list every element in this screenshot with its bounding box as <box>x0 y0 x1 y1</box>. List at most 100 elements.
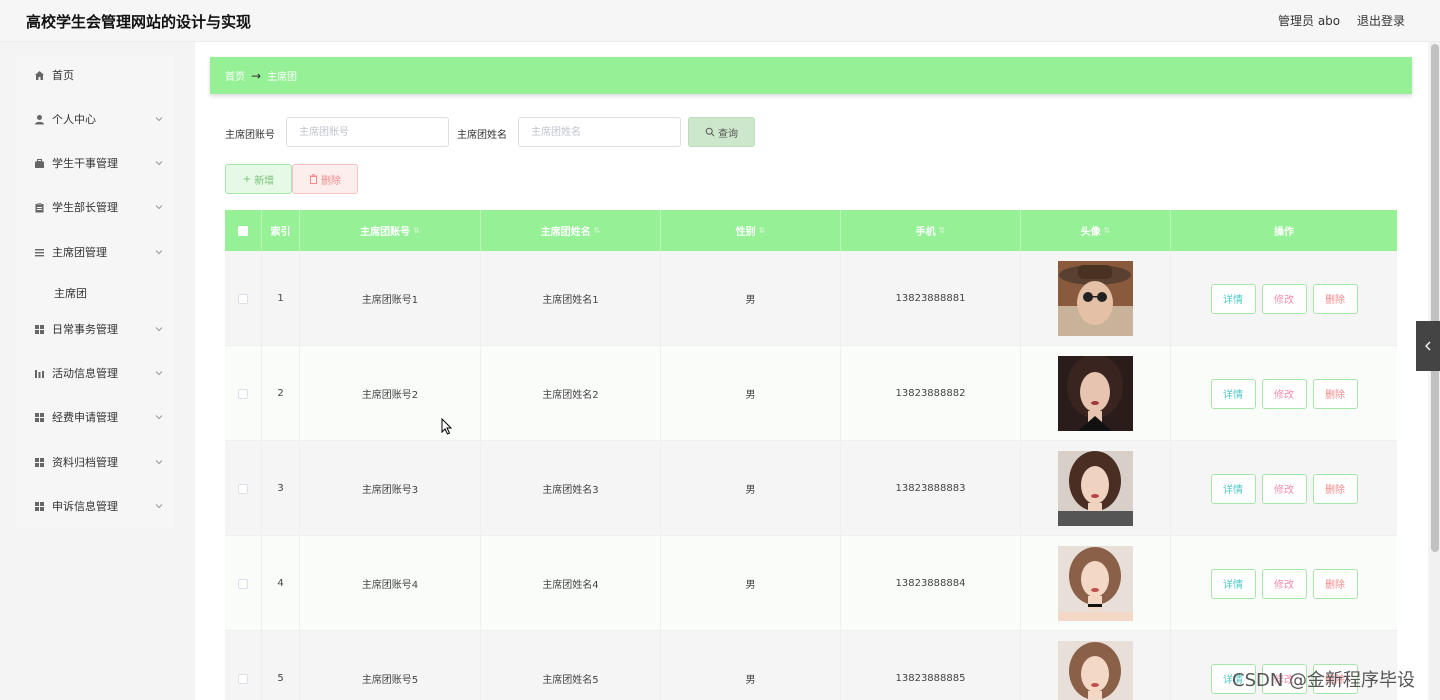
breadcrumb-current: 主席团 <box>267 72 298 83</box>
sidebar-item-student-staff[interactable]: 学生干事管理 <box>16 143 174 183</box>
header-gender[interactable]: 性别 ⇅ <box>661 210 841 251</box>
sidebar-item-funding[interactable]: 经费申请管理 <box>16 397 174 437</box>
row-gender: 男 <box>661 631 841 700</box>
row-checkbox[interactable] <box>238 673 248 684</box>
bar-chart-icon <box>34 368 45 379</box>
row-account: 主席团账号2 <box>300 346 481 441</box>
delete-button[interactable]: 删除 <box>1312 473 1358 504</box>
logout-link[interactable]: 退出登录 <box>1357 12 1405 29</box>
row-phone: 13823888885 <box>841 631 1021 700</box>
sidebar-item-daily-affairs[interactable]: 日常事务管理 <box>16 309 174 349</box>
table-row: 5 主席团账号5 主席团姓名5 男 13823888885 详情 修改 删除 <box>225 631 1397 700</box>
header-name[interactable]: 主席团姓名 ⇅ <box>481 210 661 251</box>
grid-icon <box>34 324 45 335</box>
batch-delete-button[interactable]: 删除 <box>292 164 358 194</box>
chevron-down-icon <box>155 327 163 332</box>
sidebar-item-label: 学生干事管理 <box>52 157 118 170</box>
row-checkbox[interactable] <box>238 388 248 399</box>
sidebar-subitem-presidium[interactable]: 主席团 <box>54 285 87 301</box>
row-name: 主席团姓名5 <box>481 631 661 700</box>
row-phone: 13823888882 <box>841 346 1021 441</box>
sort-icon[interactable]: ⇅ <box>1104 226 1111 235</box>
user-icon <box>34 114 45 125</box>
add-button-label: 新增 <box>254 175 275 187</box>
name-search-input[interactable] <box>518 117 681 147</box>
row-index: 4 <box>262 536 300 631</box>
header-operation: 操作 <box>1274 227 1294 238</box>
row-checkbox-cell[interactable] <box>225 346 262 441</box>
edit-button[interactable]: 修改 <box>1261 568 1307 599</box>
row-account: 主席团账号3 <box>300 441 481 536</box>
sidebar-item-archive[interactable]: 资料归档管理 <box>16 442 174 482</box>
select-all-checkbox[interactable] <box>238 225 248 236</box>
sidebar-item-presidium[interactable]: 主席团管理 <box>16 232 174 272</box>
avatar[interactable] <box>1058 451 1133 526</box>
sort-icon[interactable]: ⇅ <box>413 226 420 235</box>
sidebar-item-label: 活动信息管理 <box>52 367 118 380</box>
row-phone: 13823888884 <box>841 536 1021 631</box>
row-checkbox[interactable] <box>238 483 248 494</box>
row-name: 主席团姓名2 <box>481 346 661 441</box>
edit-button[interactable]: 修改 <box>1261 283 1307 314</box>
sort-icon[interactable]: ⇅ <box>939 226 946 235</box>
sidebar-item-activity-info[interactable]: 活动信息管理 <box>16 353 174 393</box>
add-button[interactable]: + 新增 <box>225 164 292 194</box>
row-actions: 详情 修改 删除 <box>1171 536 1397 631</box>
table-header: 索引 主席团账号 ⇅ 主席团姓名 ⇅ 性别 ⇅ 手机 ⇅ 头像 ⇅ 操作 <box>225 210 1397 251</box>
breadcrumb-home[interactable]: 首页 <box>225 68 245 83</box>
sidebar-item-home[interactable]: 首页 <box>16 55 174 95</box>
header-checkbox-cell[interactable] <box>225 210 262 251</box>
sidebar-item-student-minister[interactable]: 学生部长管理 <box>16 187 174 227</box>
row-avatar-cell <box>1021 441 1171 536</box>
account-search-input[interactable] <box>286 117 449 147</box>
query-button-label: 查询 <box>718 128 738 140</box>
chevron-down-icon <box>155 371 163 376</box>
header-phone[interactable]: 手机 ⇅ <box>841 210 1021 251</box>
grid-icon <box>34 457 45 468</box>
detail-button[interactable]: 详情 <box>1210 473 1256 504</box>
row-checkbox-cell[interactable] <box>225 441 262 536</box>
sidebar-item-personal-center[interactable]: 个人中心 <box>16 99 174 139</box>
row-gender: 男 <box>661 346 841 441</box>
delete-button[interactable]: 删除 <box>1312 283 1358 314</box>
edit-button[interactable]: 修改 <box>1261 378 1307 409</box>
avatar[interactable] <box>1058 356 1133 431</box>
row-checkbox[interactable] <box>238 293 248 304</box>
delete-button[interactable]: 删除 <box>1312 378 1358 409</box>
chevron-down-icon <box>155 205 163 210</box>
list-icon <box>34 247 45 258</box>
avatar[interactable] <box>1058 261 1133 336</box>
row-checkbox-cell[interactable] <box>225 251 262 346</box>
edit-button[interactable]: 修改 <box>1261 473 1307 504</box>
avatar[interactable] <box>1058 546 1133 621</box>
breadcrumb-separator: → <box>251 68 262 83</box>
sidebar-item-appeal[interactable]: 申诉信息管理 <box>16 486 174 526</box>
page-scrollbar-thumb[interactable] <box>1431 44 1439 552</box>
side-panel-toggle[interactable] <box>1416 321 1440 371</box>
row-checkbox[interactable] <box>238 578 248 589</box>
sort-icon[interactable]: ⇅ <box>594 226 601 235</box>
row-avatar-cell <box>1021 631 1171 700</box>
home-icon <box>34 70 45 81</box>
table-row: 4 主席团账号4 主席团姓名4 男 13823888884 详情 修改 删除 <box>225 536 1397 631</box>
detail-button[interactable]: 详情 <box>1210 283 1256 314</box>
chevron-down-icon <box>155 117 163 122</box>
row-phone: 13823888883 <box>841 441 1021 536</box>
grid-icon <box>34 501 45 512</box>
header-avatar[interactable]: 头像 ⇅ <box>1021 210 1171 251</box>
breadcrumb: 首页 → 主席团 <box>210 57 1412 94</box>
delete-button[interactable]: 删除 <box>1312 568 1358 599</box>
header-account[interactable]: 主席团账号 ⇅ <box>300 210 481 251</box>
sort-icon[interactable]: ⇅ <box>759 226 766 235</box>
row-checkbox-cell[interactable] <box>225 536 262 631</box>
avatar[interactable] <box>1058 641 1133 700</box>
mouse-cursor-icon <box>441 418 453 435</box>
table-row: 1 主席团账号1 主席团姓名1 男 13823888881 详情 修改 删除 <box>225 251 1397 346</box>
detail-button[interactable]: 详情 <box>1210 378 1256 409</box>
chevron-left-icon <box>1425 341 1431 351</box>
row-avatar-cell <box>1021 346 1171 441</box>
row-name: 主席团姓名4 <box>481 536 661 631</box>
detail-button[interactable]: 详情 <box>1210 568 1256 599</box>
row-checkbox-cell[interactable] <box>225 631 262 700</box>
query-button[interactable]: 查询 <box>688 117 755 147</box>
